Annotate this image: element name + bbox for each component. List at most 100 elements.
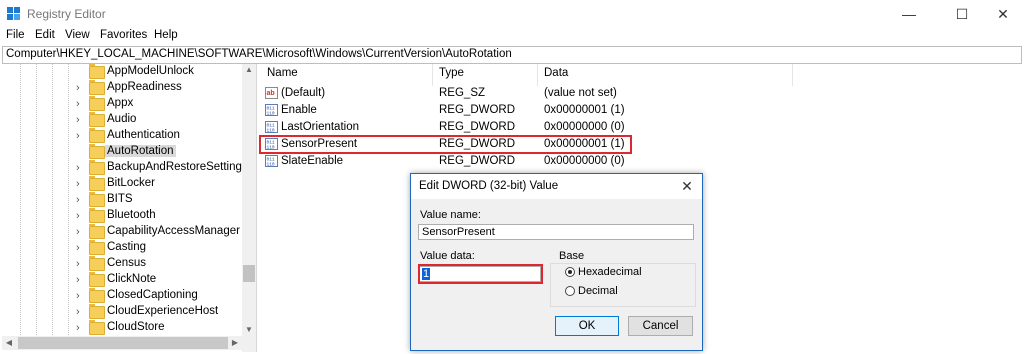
scroll-down-icon[interactable]: ▼ bbox=[242, 324, 256, 336]
tree-item[interactable]: › CloudExperienceHost bbox=[2, 304, 242, 320]
column-header-name[interactable]: Name bbox=[267, 67, 298, 79]
sensorpresent-highlight-box bbox=[259, 135, 632, 154]
registry-value-row[interactable]: ab (Default) REG_SZ (value not set) bbox=[259, 85, 959, 102]
tree-item[interactable]: › BackupAndRestoreSettings bbox=[2, 160, 248, 176]
registry-value-row[interactable]: 011 110 LastOrientation REG_DWORD 0x00000000… bbox=[259, 119, 959, 136]
folder-icon bbox=[89, 112, 105, 127]
key-tree: AppModelUnlock › AppReadiness › Appx › Audio › A… bbox=[2, 64, 257, 352]
close-button[interactable]: ✕ bbox=[980, 0, 1024, 28]
value-name-cell: LastOrientation bbox=[281, 121, 359, 133]
value-data-highlight-box bbox=[418, 264, 543, 284]
menu-file[interactable]: File bbox=[6, 29, 25, 41]
registry-value-row[interactable]: 011 110 SlateEnable REG_DWORD 0x00000000 (0) bbox=[259, 153, 959, 170]
tree-item-label: AutoRotation bbox=[105, 145, 176, 157]
tree-scroll-thumb[interactable] bbox=[243, 265, 255, 282]
value-type-cell: REG_DWORD bbox=[439, 104, 516, 116]
registry-value-row[interactable]: 011 110 Enable REG_DWORD 0x00000001 (1) bbox=[259, 102, 959, 119]
column-header-data[interactable]: Data bbox=[544, 67, 568, 79]
scroll-right-icon[interactable]: ▶ bbox=[228, 336, 242, 350]
address-path: Computer\HKEY_LOCAL_MACHINE\SOFTWARE\Mic… bbox=[6, 48, 512, 60]
menu-help[interactable]: Help bbox=[154, 29, 178, 41]
chevron-right-icon[interactable]: › bbox=[76, 194, 86, 206]
scroll-left-icon[interactable]: ◀ bbox=[2, 336, 16, 350]
value-type-cell: REG_DWORD bbox=[439, 121, 516, 133]
dialog-close-icon[interactable]: ✕ bbox=[676, 176, 698, 196]
tree-item-label: BitLocker bbox=[107, 177, 155, 189]
folder-icon bbox=[89, 144, 105, 159]
string-value-icon: ab bbox=[265, 87, 278, 99]
tree-item-label: Casting bbox=[107, 241, 146, 253]
folder-icon bbox=[89, 256, 105, 271]
chevron-right-icon[interactable]: › bbox=[76, 322, 86, 334]
folder-icon bbox=[89, 320, 105, 335]
folder-icon bbox=[89, 80, 105, 95]
tree-item-label: Authentication bbox=[107, 129, 180, 141]
tree-item[interactable]: › ClosedCaptioning bbox=[2, 288, 242, 304]
tree-item[interactable]: › AppReadiness bbox=[2, 80, 242, 96]
value-name-label: Value name: bbox=[420, 209, 481, 221]
value-data-cell: 0x00000001 (1) bbox=[544, 104, 625, 116]
menu-view[interactable]: View bbox=[65, 29, 90, 41]
chevron-right-icon[interactable]: › bbox=[76, 290, 86, 302]
chevron-right-icon[interactable]: › bbox=[76, 178, 86, 190]
tree-item[interactable]: › CloudStore bbox=[2, 320, 242, 336]
folder-icon bbox=[89, 176, 105, 191]
tree-item[interactable]: › Audio bbox=[2, 112, 242, 128]
chevron-right-icon[interactable]: › bbox=[76, 226, 86, 238]
tree-item-label: AppReadiness bbox=[107, 81, 182, 93]
folder-icon bbox=[89, 240, 105, 255]
tree-item[interactable]: › Appx bbox=[2, 96, 242, 112]
column-divider[interactable] bbox=[792, 64, 793, 86]
chevron-right-icon[interactable]: › bbox=[76, 130, 86, 142]
tree-item[interactable]: › ClickNote bbox=[2, 272, 242, 288]
tree-item-label: Bluetooth bbox=[107, 209, 156, 221]
hexadecimal-label[interactable]: Hexadecimal bbox=[578, 266, 642, 278]
chevron-right-icon[interactable]: › bbox=[76, 306, 86, 318]
chevron-right-icon[interactable]: › bbox=[76, 82, 86, 94]
tree-item[interactable]: › Authentication bbox=[2, 128, 242, 144]
value-type-cell: REG_DWORD bbox=[439, 155, 516, 167]
menu-bar: File Edit View Favorites Help bbox=[0, 28, 1024, 45]
chevron-right-icon[interactable]: › bbox=[76, 258, 86, 270]
value-name-field[interactable]: SensorPresent bbox=[418, 224, 694, 240]
ok-button[interactable]: OK bbox=[555, 316, 619, 336]
tree-item[interactable]: AppModelUnlock bbox=[2, 64, 242, 80]
tree-item[interactable]: › BITS bbox=[2, 192, 242, 208]
window-title: Registry Editor bbox=[27, 7, 106, 21]
folder-icon bbox=[89, 224, 105, 239]
svg-text:110: 110 bbox=[267, 111, 275, 117]
menu-favorites[interactable]: Favorites bbox=[100, 29, 147, 41]
column-header-type[interactable]: Type bbox=[439, 67, 464, 79]
menu-edit[interactable]: Edit bbox=[35, 29, 55, 41]
tree-item[interactable]: › Bluetooth bbox=[2, 208, 242, 224]
address-bar[interactable]: Computer\HKEY_LOCAL_MACHINE\SOFTWARE\Mic… bbox=[2, 46, 1022, 64]
hexadecimal-radio[interactable] bbox=[565, 267, 575, 277]
chevron-right-icon[interactable]: › bbox=[76, 162, 86, 174]
value-data-label: Value data: bbox=[420, 250, 475, 262]
title-bar: Registry Editor — ☐ ✕ bbox=[0, 0, 1024, 28]
chevron-right-icon[interactable]: › bbox=[76, 98, 86, 110]
tree-item[interactable]: › Casting bbox=[2, 240, 242, 256]
tree-item[interactable]: › CapabilityAccessManager bbox=[2, 224, 242, 240]
tree-item[interactable]: › BitLocker bbox=[2, 176, 242, 192]
decimal-radio[interactable] bbox=[565, 286, 575, 296]
value-data-cell: 0x00000000 (0) bbox=[544, 121, 625, 133]
cancel-button[interactable]: Cancel bbox=[628, 316, 693, 336]
maximize-button[interactable]: ☐ bbox=[939, 0, 985, 28]
scroll-up-icon[interactable]: ▲ bbox=[242, 64, 256, 76]
chevron-right-icon[interactable]: › bbox=[76, 274, 86, 286]
tree-hscroll-thumb[interactable] bbox=[18, 337, 228, 349]
tree-vertical-scrollbar[interactable]: ▲ ▼ bbox=[242, 64, 256, 352]
chevron-right-icon[interactable]: › bbox=[76, 242, 86, 254]
decimal-label[interactable]: Decimal bbox=[578, 285, 618, 297]
chevron-right-icon[interactable]: › bbox=[76, 114, 86, 126]
minimize-button[interactable]: — bbox=[886, 0, 932, 28]
tree-item-label: CloudStore bbox=[107, 321, 165, 333]
tree-item[interactable]: › Census bbox=[2, 256, 242, 272]
tree-item[interactable]: AutoRotation bbox=[2, 144, 242, 160]
column-divider[interactable] bbox=[432, 64, 433, 86]
tree-horizontal-scrollbar[interactable]: ◀ ▶ bbox=[2, 336, 242, 350]
tree-item-label: Audio bbox=[107, 113, 137, 125]
column-divider[interactable] bbox=[537, 64, 538, 86]
chevron-right-icon[interactable]: › bbox=[76, 210, 86, 222]
